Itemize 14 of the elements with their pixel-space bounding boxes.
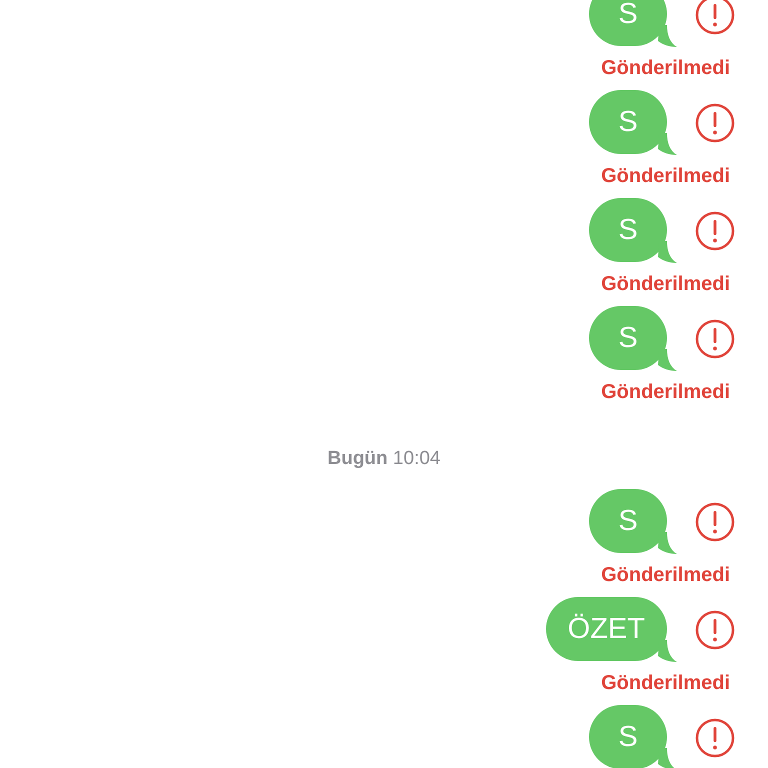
not-sent-label: Gönderilmedi [601,381,730,403]
alert-icon[interactable] [695,210,735,250]
not-sent-label: Gönderilmedi [601,672,730,694]
not-sent-label: Gönderilmedi [601,273,730,295]
not-sent-label: Gönderilmedi [601,57,730,79]
not-sent-label: Gönderilmedi [601,564,730,586]
alert-icon[interactable] [695,718,735,758]
alert-icon[interactable] [695,502,735,542]
alert-icon[interactable] [695,0,735,34]
not-sent-label: Gönderilmedi [601,165,730,187]
timestamp: Bugün 10:04 [328,448,440,470]
alert-icon[interactable] [695,318,735,358]
alert-icon[interactable] [695,610,735,650]
alert-icon[interactable] [695,102,735,142]
